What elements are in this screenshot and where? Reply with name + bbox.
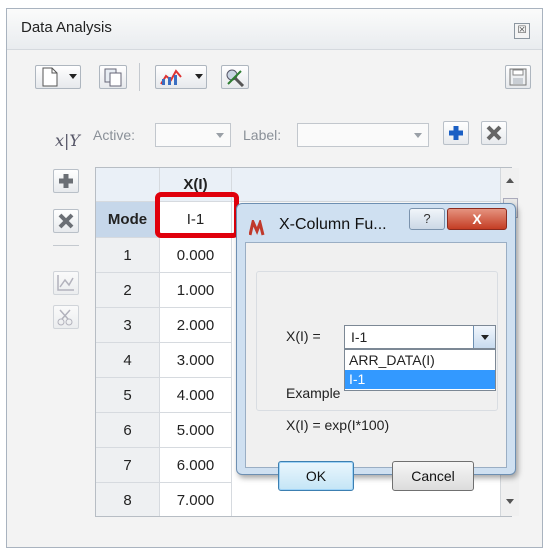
- column-header-empty: [232, 168, 511, 202]
- row-header[interactable]: 8: [96, 483, 160, 516]
- mode-row-header[interactable]: Mode: [96, 202, 160, 238]
- delete-icon: [58, 213, 74, 229]
- active-label: Active:: [93, 127, 136, 143]
- data-cell[interactable]: 7.000: [160, 483, 232, 516]
- panel-close-icon[interactable]: ☒: [514, 23, 530, 39]
- function-combo-value[interactable]: I-1: [351, 329, 367, 345]
- cut-button[interactable]: [53, 305, 79, 329]
- row-header[interactable]: 1: [96, 238, 160, 273]
- example-label: Example: [286, 385, 341, 401]
- dropdown-button[interactable]: [473, 326, 495, 348]
- toolbar-divider: [139, 63, 140, 91]
- save-icon: [509, 68, 527, 86]
- function-dropdown-list[interactable]: ARR_DATA(I) I-1: [344, 349, 496, 391]
- dropdown-option-selected[interactable]: I-1: [345, 370, 495, 389]
- data-cell[interactable]: 0.000: [160, 238, 232, 273]
- data-cell[interactable]: 3.000: [160, 343, 232, 378]
- row-header[interactable]: 6: [96, 413, 160, 448]
- highlight-box: [155, 192, 239, 238]
- dropdown-option[interactable]: ARR_DATA(I): [345, 351, 495, 370]
- plot-data-button[interactable]: [53, 271, 79, 295]
- plot-icon: [57, 275, 74, 291]
- scissors-icon: [57, 309, 73, 326]
- row-header[interactable]: 5: [96, 378, 160, 413]
- panel-titlebar: Data Analysis ☒: [7, 9, 542, 50]
- data-cell[interactable]: 5.000: [160, 413, 232, 448]
- new-document-button[interactable]: [35, 65, 81, 89]
- xy-icon: x|Y: [55, 131, 80, 150]
- corner-cell: [96, 168, 160, 202]
- save-button[interactable]: [505, 65, 531, 89]
- side-divider: [53, 245, 79, 246]
- tools-icon: [226, 69, 245, 87]
- x-column-function-dialog: X-Column Fu... ? X X(I) = I-1 Example X(…: [236, 203, 516, 491]
- label-combo[interactable]: [297, 123, 429, 147]
- data-cell[interactable]: 1.000: [160, 273, 232, 308]
- row-header[interactable]: 3: [96, 308, 160, 343]
- active-combo[interactable]: [155, 123, 231, 147]
- copy-icon: [104, 68, 122, 87]
- scroll-down-icon[interactable]: [501, 494, 519, 510]
- dialog-title: X-Column Fu...: [279, 216, 387, 233]
- chevron-down-icon[interactable]: [414, 133, 422, 138]
- row-header[interactable]: 2: [96, 273, 160, 308]
- new-document-icon: [42, 67, 58, 87]
- function-combo[interactable]: I-1: [344, 325, 496, 349]
- chart-icon: [160, 69, 182, 85]
- data-cell[interactable]: 6.000: [160, 448, 232, 483]
- example-text: X(I) = exp(I*100): [286, 417, 390, 433]
- add-row-button[interactable]: [53, 169, 79, 193]
- delete-variable-button[interactable]: [481, 121, 507, 145]
- app-logo-icon: [249, 220, 265, 236]
- copy-button[interactable]: [99, 65, 127, 89]
- tools-button[interactable]: [221, 65, 249, 89]
- chevron-down-icon[interactable]: [195, 74, 203, 79]
- add-variable-button[interactable]: [443, 121, 469, 145]
- label-label: Label:: [243, 127, 282, 143]
- chevron-down-icon[interactable]: [216, 133, 224, 138]
- ok-button[interactable]: OK: [278, 461, 354, 491]
- help-button[interactable]: ?: [409, 208, 445, 230]
- row-header[interactable]: 7: [96, 448, 160, 483]
- delete-icon: [486, 125, 502, 141]
- delete-row-button[interactable]: [53, 209, 79, 233]
- close-button[interactable]: X: [447, 208, 507, 230]
- plus-icon: [59, 174, 73, 188]
- dialog-body: X(I) = I-1 Example X(I) = exp(I*100) ARR…: [245, 242, 507, 491]
- plus-icon: [449, 126, 463, 140]
- cancel-button[interactable]: Cancel: [392, 461, 474, 491]
- panel-title: Data Analysis: [21, 19, 112, 36]
- chevron-down-icon[interactable]: [69, 74, 77, 79]
- chart-button[interactable]: [155, 65, 207, 89]
- scroll-up-icon[interactable]: [501, 172, 519, 188]
- data-cell[interactable]: 2.000: [160, 308, 232, 343]
- chevron-down-icon: [481, 335, 489, 340]
- data-cell[interactable]: 4.000: [160, 378, 232, 413]
- row-header[interactable]: 4: [96, 343, 160, 378]
- function-field-label: X(I) =: [286, 328, 321, 344]
